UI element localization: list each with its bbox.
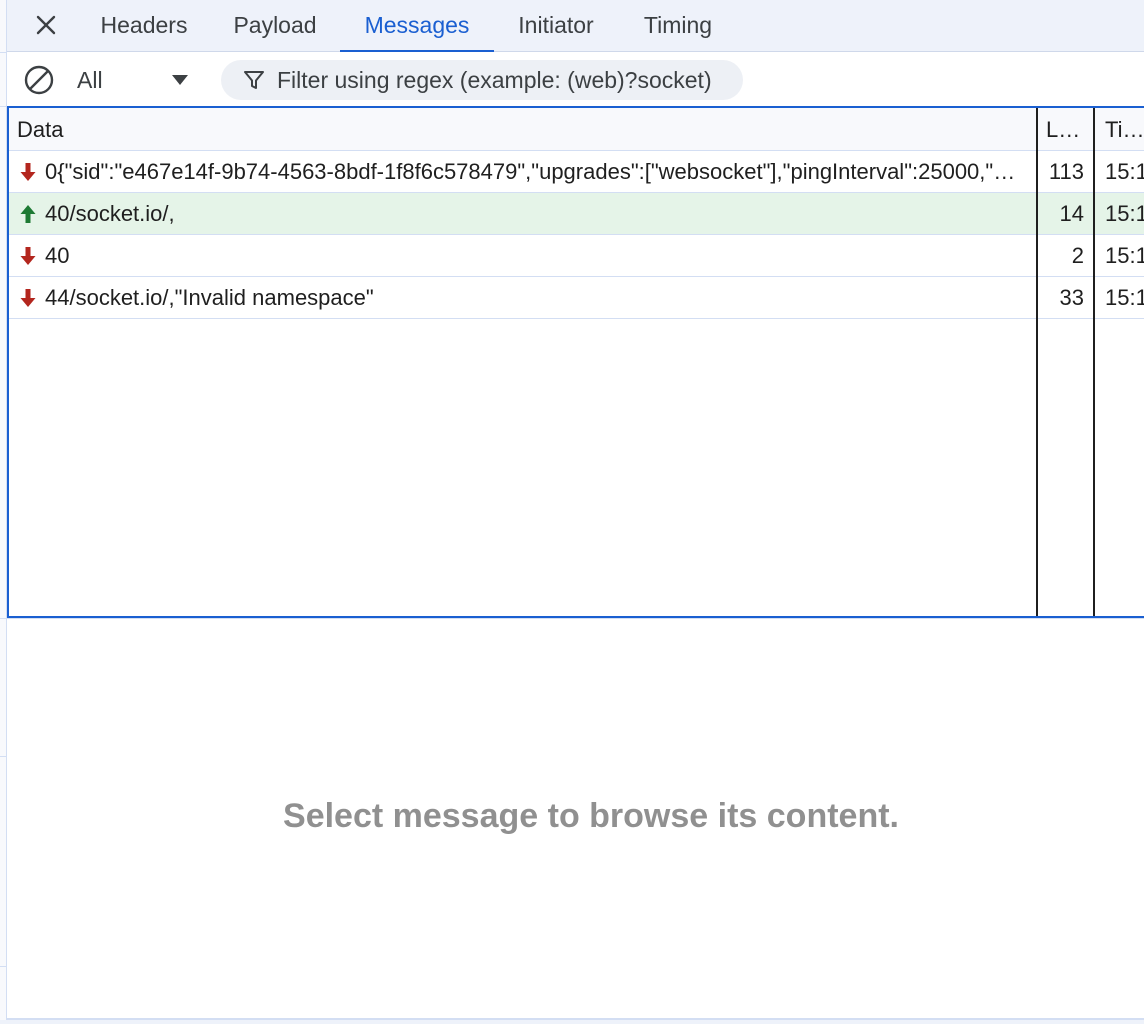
message-length: 33	[1059, 285, 1084, 310]
message-time: 15:1	[1105, 201, 1144, 226]
message-data-cell: 0{"sid":"e467e14f-9b74-4563-8bdf-1f8f6c5…	[9, 151, 1036, 192]
message-length: 113	[1048, 159, 1084, 184]
tab-bar: Headers Payload Messages Initiator Timin…	[7, 0, 1144, 53]
block-icon	[24, 65, 54, 95]
close-button[interactable]	[31, 10, 61, 40]
message-data-cell: 40	[9, 235, 1036, 276]
tab-timing[interactable]: Timing	[630, 0, 726, 52]
arrow-up-icon	[20, 205, 36, 223]
message-time: 15:1	[1105, 159, 1144, 184]
tab-headers[interactable]: Headers	[87, 0, 201, 52]
column-header-length[interactable]: L…	[1038, 108, 1095, 151]
column-resizer[interactable]	[1093, 108, 1095, 616]
filter-input[interactable]	[277, 60, 737, 100]
column-resizer[interactable]	[1036, 108, 1038, 616]
edge-divider	[0, 618, 7, 619]
message-type-select[interactable]: All	[77, 62, 207, 98]
close-icon	[36, 15, 56, 35]
clear-messages-button[interactable]	[23, 64, 55, 96]
bottom-border	[0, 1020, 1144, 1024]
left-panel-edge	[0, 0, 7, 1024]
tab-payload[interactable]: Payload	[221, 0, 329, 52]
message-data-cell: 44/socket.io/,"Invalid namespace"	[9, 277, 1036, 318]
arrow-down-icon	[20, 247, 36, 265]
column-header-data[interactable]: Data	[9, 108, 1036, 151]
empty-state-message: Select message to browse its content.	[283, 797, 899, 835]
message-detail-pane: Select message to browse its content.	[7, 618, 1144, 1020]
funnel-icon	[244, 71, 264, 89]
message-time: 15:1	[1105, 243, 1144, 268]
message-data: 40	[45, 243, 70, 268]
arrow-down-icon	[20, 163, 36, 181]
edge-divider	[0, 966, 7, 967]
triangle-down-icon	[172, 75, 188, 85]
message-data-cell: 40/socket.io/,	[9, 193, 1036, 234]
tab-messages[interactable]: Messages	[340, 0, 494, 53]
table-row[interactable]: 0{"sid":"e467e14f-9b74-4563-8bdf-1f8f6c5…	[9, 151, 1144, 193]
edge-divider	[0, 106, 7, 107]
edge-divider	[0, 756, 7, 757]
table-header: Data L… Ti…	[9, 108, 1144, 151]
messages-table: Data L… Ti… 0{"sid":"e467e14f-9b74-4563-…	[7, 106, 1144, 618]
edge-divider	[0, 52, 7, 53]
table-row[interactable]: 40 2 15:1	[9, 235, 1144, 277]
message-data: 0{"sid":"e467e14f-9b74-4563-8bdf-1f8f6c5…	[45, 159, 1027, 184]
table-row[interactable]: 40/socket.io/, 14 15:1	[9, 193, 1144, 235]
tab-initiator[interactable]: Initiator	[504, 0, 608, 52]
column-header-time[interactable]: Ti…	[1097, 108, 1144, 151]
message-data: 40/socket.io/,	[45, 201, 175, 226]
message-data: 44/socket.io/,"Invalid namespace"	[45, 285, 374, 310]
filter-input-container[interactable]	[221, 60, 743, 100]
message-time: 15:1	[1105, 285, 1144, 310]
arrow-down-icon	[20, 289, 36, 307]
message-length: 2	[1071, 243, 1084, 268]
message-length: 14	[1059, 201, 1084, 226]
filter-bar: All	[7, 52, 1144, 106]
table-row[interactable]: 44/socket.io/,"Invalid namespace" 33 15:…	[9, 277, 1144, 319]
message-type-value: All	[77, 67, 103, 93]
